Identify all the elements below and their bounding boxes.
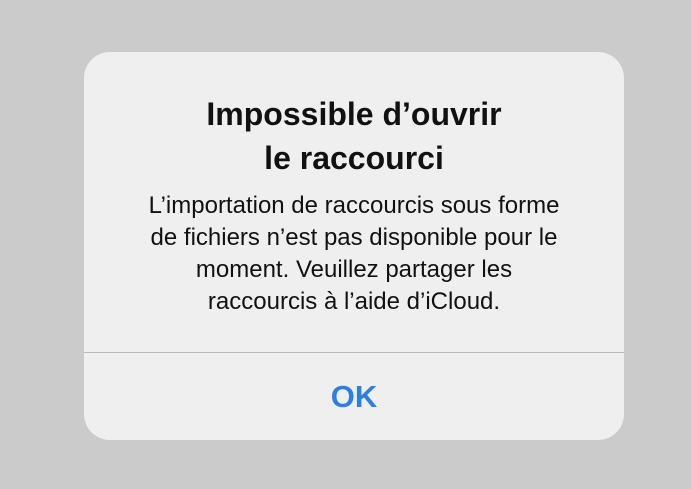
ok-button[interactable]: OK (84, 353, 624, 440)
alert-title-line: le raccourci (264, 140, 444, 176)
alert-message-line: moment. Veuillez partager les (195, 256, 513, 283)
alert-content: Impossible d’ouvrir le raccourci L’impor… (84, 52, 624, 352)
alert-title: Impossible d’ouvrir le raccourci (119, 92, 589, 180)
alert-message-line: de fichiers n’est pas disponible pour le (150, 224, 558, 251)
alert-message-line: L’importation de raccourcis sous forme (148, 192, 560, 219)
alert-message: L’importation de raccourcis sous forme d… (104, 190, 604, 318)
alert-message-line: raccourcis à l’aide d’iCloud. (207, 288, 501, 315)
alert-dialog: Impossible d’ouvrir le raccourci L’impor… (84, 52, 624, 440)
alert-title-line: Impossible d’ouvrir (206, 96, 502, 132)
